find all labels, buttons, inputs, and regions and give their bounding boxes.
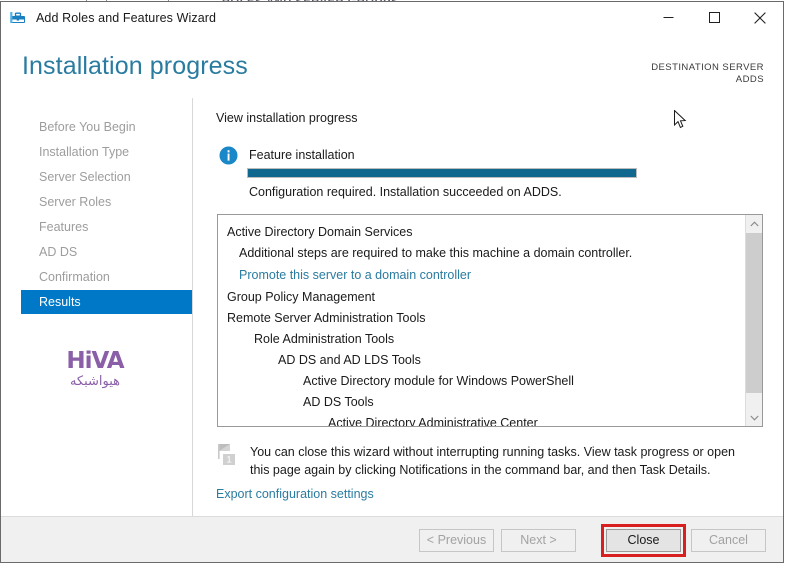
sidebar-item-server-roles[interactable]: Server Roles (21, 190, 192, 214)
hiva-logo-mark: HiVA (66, 348, 124, 374)
previous-button[interactable]: < Previous (419, 529, 494, 552)
result-line: AD DS and AD LDS Tools (278, 353, 421, 367)
cancel-button[interactable]: Cancel (691, 529, 766, 552)
scrollbar-thumb[interactable] (746, 233, 762, 393)
window-title: Add Roles and Features Wizard (36, 11, 217, 25)
hiva-logo-subtitle: هیواشبکه (69, 374, 121, 389)
info-icon (219, 146, 238, 165)
close-button[interactable]: Close (606, 529, 681, 552)
maximize-button[interactable] (691, 2, 737, 33)
results-scrollbar[interactable] (745, 215, 762, 426)
result-line: Active Directory module for Windows Powe… (303, 374, 574, 388)
header-area: Installation progress DESTINATION SERVER… (1, 34, 783, 98)
page-title: Installation progress (22, 52, 248, 80)
sidebar-item-confirmation[interactable]: Confirmation (21, 265, 192, 289)
installation-results-listbox[interactable]: Active Directory Domain Services Addition… (217, 214, 763, 427)
minimize-button[interactable] (645, 2, 691, 33)
next-button[interactable]: Next > (501, 529, 576, 552)
installation-progress-bar (247, 168, 637, 178)
sidebar-item-features[interactable]: Features (21, 215, 192, 239)
result-line: Group Policy Management (227, 290, 375, 304)
close-wizard-notice: You can close this wizard without interr… (250, 445, 735, 477)
main-content: View installation progress Feature insta… (194, 98, 783, 517)
export-configuration-settings-link[interactable]: Export configuration settings (216, 487, 374, 501)
server-manager-icon (9, 9, 27, 27)
sidebar-item-ad-ds[interactable]: AD DS (21, 240, 192, 264)
add-roles-and-features-wizard-window: Add Roles and Features Wizard Installati… (0, 1, 784, 563)
notification-flag-icon: 1 (216, 442, 242, 468)
sidebar-item-server-selection[interactable]: Server Selection (21, 165, 192, 189)
close-icon[interactable] (737, 2, 783, 33)
result-line: AD DS Tools (303, 395, 374, 409)
sidebar-item-installation-type[interactable]: Installation Type (21, 140, 192, 164)
title-bar: Add Roles and Features Wizard (1, 2, 783, 34)
view-installation-progress-label: View installation progress (216, 111, 358, 125)
feature-installation-label: Feature installation (249, 148, 355, 162)
scroll-down-icon[interactable] (746, 409, 762, 426)
wizard-footer: < Previous Next > Close Cancel (1, 516, 783, 562)
destination-server-value: ADDS (735, 74, 764, 85)
sidebar-item-before-you-begin[interactable]: Before You Begin (21, 115, 192, 139)
hiva-logo: HiVA هیواشبکه (53, 348, 137, 390)
promote-server-link[interactable]: Promote this server to a domain controll… (218, 264, 746, 287)
result-line: Active Directory Administrative Center (328, 416, 538, 427)
scroll-up-icon[interactable] (746, 215, 762, 232)
result-line: Additional steps are required to make th… (239, 246, 633, 260)
wizard-step-navigation: Before You Begin Installation Type Server … (1, 98, 193, 517)
installation-status-text: Configuration required. Installation suc… (249, 185, 562, 199)
progress-bar-fill (248, 169, 636, 177)
result-line: Role Administration Tools (254, 332, 395, 346)
result-line: Active Directory Domain Services (227, 225, 413, 239)
result-line: Remote Server Administration Tools (227, 311, 426, 325)
destination-server-label: DESTINATION SERVER (651, 62, 764, 73)
svg-text:1: 1 (226, 455, 231, 466)
results-list: Active Directory Domain Services Addition… (218, 215, 746, 426)
sidebar-item-results[interactable]: Results (21, 290, 192, 314)
